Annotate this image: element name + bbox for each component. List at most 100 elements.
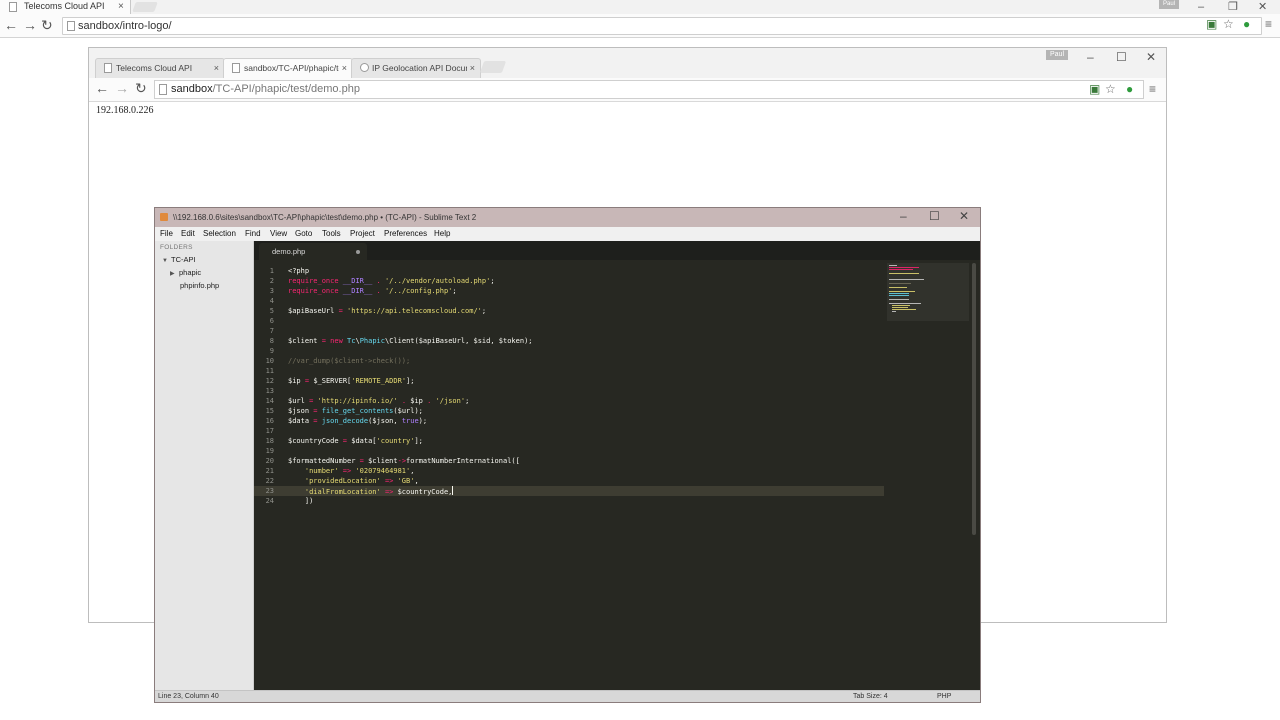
sublime-titlebar[interactable]: \\192.168.0.6\sites\sandbox\TC-API\phapi…: [155, 208, 980, 227]
code-line: 5 $apiBaseUrl = 'https://api.telecomsclou…: [269, 307, 487, 315]
forward-icon[interactable]: →: [23, 17, 37, 33]
minimize-icon[interactable]: –: [1198, 0, 1204, 14]
inner-tab-title: IP Geolocation API Docum: [372, 63, 467, 73]
outer-tab-strip: Telecoms Cloud API × Paul – ❐ ✕: [0, 0, 1280, 14]
inner-tab-title: Telecoms Cloud API: [116, 63, 193, 73]
url-path: /TC-API/phapic/test/demo.php: [212, 83, 360, 95]
outer-toolbar: ← → ↻ sandbox/intro-logo/ ▣ ☆ ● ≡: [0, 14, 1280, 38]
code-area[interactable]: 1 <?php 2 require_once __DIR__ . '/../vend…: [254, 266, 884, 686]
tree-label: phpinfo.php: [180, 281, 220, 290]
code-line: 22 'providedLocation' => 'GB',: [265, 477, 419, 485]
close-icon[interactable]: ×: [342, 62, 347, 75]
forward-icon[interactable]: →: [115, 80, 129, 96]
editor-tab-demo[interactable]: demo.php: [259, 243, 367, 260]
code-line: 24 ]): [265, 497, 314, 505]
inner-address-bar[interactable]: sandbox/TC-API/phapic/test/demo.php: [154, 80, 1144, 99]
inner-toolbar: ← → ↻ sandbox/TC-API/phapic/test/demo.ph…: [89, 78, 1166, 102]
user-badge[interactable]: Paul: [1046, 50, 1068, 60]
new-tab-button[interactable]: [132, 2, 158, 12]
restore-icon[interactable]: ❐: [1228, 0, 1238, 14]
menu-file[interactable]: File: [160, 227, 173, 241]
unsaved-dot-icon[interactable]: [356, 250, 360, 254]
menu-icon[interactable]: ≡: [1149, 82, 1156, 96]
code-line: 10//var_dump($client->check());: [265, 357, 411, 365]
menu-find[interactable]: Find: [245, 227, 261, 241]
menu-selection[interactable]: Selection: [203, 227, 236, 241]
syntax-indicator[interactable]: PHP: [937, 691, 951, 702]
sublime-text-window: \\192.168.0.6\sites\sandbox\TC-API\phapi…: [154, 207, 981, 703]
inner-tab-demo[interactable]: sandbox/TC-API/phapic/te ×: [223, 58, 353, 78]
back-icon[interactable]: ←: [4, 17, 18, 33]
sublime-sidebar: FOLDERS ▼ TC-API ▶ phapic phpinfo.php: [155, 241, 254, 690]
menu-goto[interactable]: Goto: [295, 227, 312, 241]
code-line: 1 <?php: [269, 267, 310, 275]
cursor-position: Line 23, Column 40: [158, 693, 219, 700]
outer-address-bar[interactable]: sandbox/intro-logo/: [62, 17, 1262, 35]
minimap[interactable]: [887, 263, 969, 321]
evernote-icon[interactable]: ●: [1126, 82, 1133, 96]
reload-icon[interactable]: ↻: [41, 17, 53, 33]
outer-tab-telecoms[interactable]: Telecoms Cloud API ×: [0, 0, 131, 14]
minimize-icon[interactable]: –: [1087, 50, 1094, 64]
menu-view[interactable]: View: [270, 227, 287, 241]
close-window-icon[interactable]: ✕: [1146, 50, 1156, 64]
outer-url-text: sandbox/intro-logo/: [78, 20, 172, 32]
sublime-editor[interactable]: demo.php 1 <?php 2 require_once __DIR__ . …: [254, 241, 980, 690]
page-icon: [104, 63, 112, 73]
menu-edit[interactable]: Edit: [181, 227, 195, 241]
code-line: 15 $json = file_get_contents($url);: [265, 407, 423, 415]
maximize-icon[interactable]: ☐: [929, 209, 940, 224]
editor-scrollbar[interactable]: [972, 263, 976, 535]
tab-size-indicator[interactable]: Tab Size: 4: [853, 691, 888, 702]
expanded-arrow-icon: ▼: [162, 258, 168, 264]
bookmark-star-icon[interactable]: ☆: [1105, 82, 1116, 96]
close-icon[interactable]: ×: [214, 62, 219, 75]
sublime-statusbar: Line 23, Column 40 Tab Size: 4 PHP: [155, 690, 980, 702]
back-icon[interactable]: ←: [95, 80, 109, 96]
code-line: 14 $url = 'http://ipinfo.io/' . $ip . '/j…: [265, 397, 470, 405]
close-window-icon[interactable]: ✕: [959, 209, 969, 224]
code-line: 4: [269, 297, 274, 305]
tree-label: phapic: [179, 268, 202, 277]
minimize-icon[interactable]: –: [900, 209, 907, 224]
reload-icon[interactable]: ↻: [135, 80, 147, 96]
tree-file-phpinfo[interactable]: phpinfo.php: [180, 281, 219, 291]
extension-icon[interactable]: ▣: [1089, 82, 1100, 96]
bookmark-star-icon[interactable]: ☆: [1223, 17, 1234, 31]
code-line: 7: [269, 327, 274, 335]
inner-tab-telecoms[interactable]: Telecoms Cloud API ×: [95, 58, 225, 78]
page-icon: [159, 84, 167, 95]
close-icon[interactable]: ×: [118, 0, 124, 13]
close-icon[interactable]: ×: [470, 62, 475, 75]
inner-tab-geolocation[interactable]: IP Geolocation API Docum ×: [351, 58, 481, 78]
new-tab-button[interactable]: [479, 61, 507, 73]
outer-tab-title: Telecoms Cloud API: [24, 1, 105, 11]
code-line: 11: [265, 367, 274, 375]
sublime-app-icon: [160, 213, 168, 221]
tree-folder-tc-api[interactable]: ▼ TC-API: [162, 255, 196, 266]
code-line: 20 $formattedNumber = $client->formatNumb…: [265, 457, 520, 465]
close-window-icon[interactable]: ✕: [1258, 0, 1267, 14]
menu-icon[interactable]: ≡: [1265, 17, 1272, 31]
code-line: 2 require_once __DIR__ . '/../vendor/auto…: [269, 277, 495, 285]
page-output-ip: 192.168.0.226: [96, 105, 154, 116]
user-badge[interactable]: Paul: [1159, 0, 1179, 9]
extension-icon[interactable]: ▣: [1206, 17, 1217, 31]
tree-folder-phapic[interactable]: ▶ phapic: [170, 268, 201, 279]
menu-help[interactable]: Help: [434, 227, 450, 241]
folders-label: FOLDERS: [160, 244, 193, 251]
menu-tools[interactable]: Tools: [322, 227, 341, 241]
code-line: 12 $ip = $_SERVER['REMOTE_ADDR'];: [265, 377, 415, 385]
code-line-current: 23 'dialFromLocation' => $countryCode,: [254, 486, 884, 496]
maximize-icon[interactable]: ☐: [1116, 50, 1127, 64]
code-line: 17: [265, 427, 274, 435]
sublime-window-title: \\192.168.0.6\sites\sandbox\TC-API\phapi…: [173, 213, 477, 222]
menu-project[interactable]: Project: [350, 227, 375, 241]
editor-tab-title: demo.php: [272, 247, 306, 256]
page-icon: [232, 63, 240, 73]
url-host: sandbox: [171, 83, 213, 95]
code-line: 18 $countryCode = $data['country'];: [265, 437, 423, 445]
menu-preferences[interactable]: Preferences: [384, 227, 427, 241]
evernote-icon[interactable]: ●: [1243, 17, 1250, 31]
page-icon: [9, 2, 17, 12]
